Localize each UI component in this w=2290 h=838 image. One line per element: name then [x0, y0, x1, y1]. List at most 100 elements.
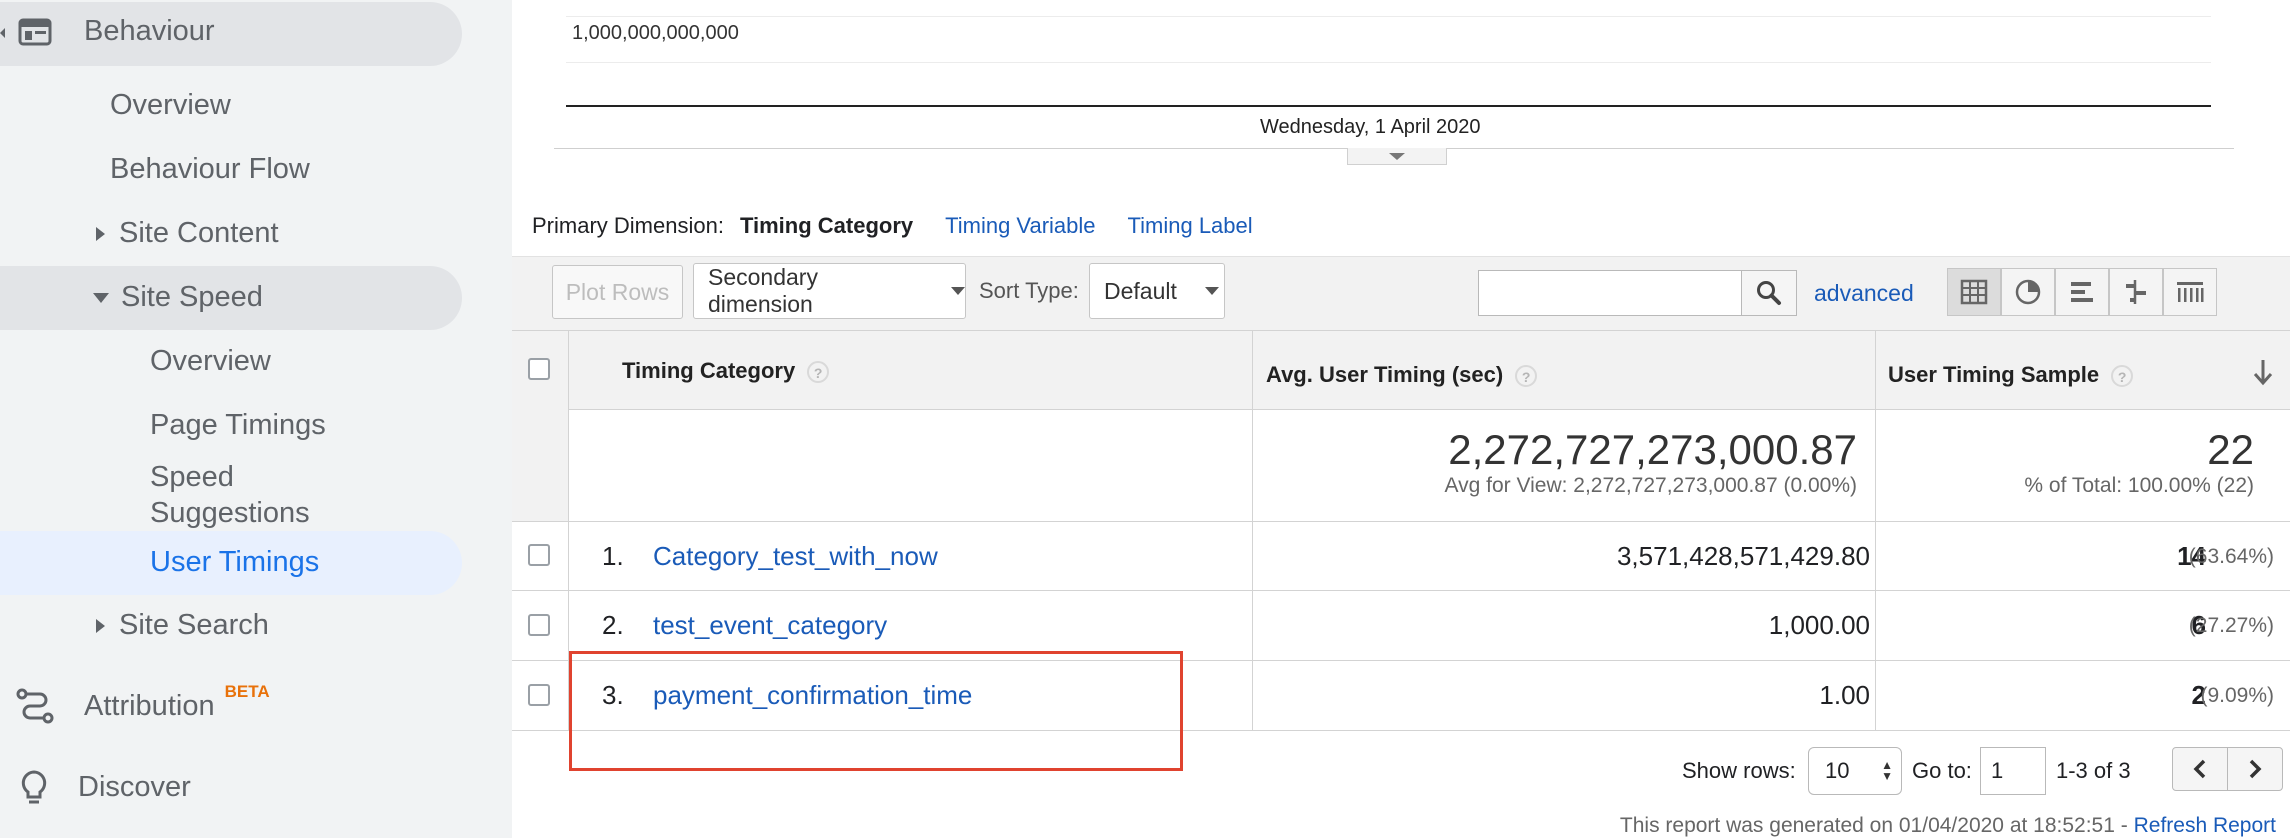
column-header-timing-category[interactable]: Timing Category? — [622, 358, 830, 384]
sidebar-item-label: Site Content — [119, 217, 279, 249]
bar-view-icon — [2071, 282, 2093, 302]
row-checkbox[interactable] — [528, 544, 550, 566]
chevron-down-icon — [951, 287, 965, 295]
help-icon[interactable]: ? — [807, 361, 830, 384]
layout-icon — [18, 18, 52, 45]
collapse-tick — [0, 28, 5, 38]
table-search-input[interactable] — [1478, 270, 1742, 316]
plot-rows-button[interactable]: Plot Rows — [552, 265, 683, 319]
table-view-button[interactable] — [1947, 268, 2001, 316]
plot-rows-label: Plot Rows — [565, 278, 670, 305]
sidebar-item-site-content[interactable]: Site Content — [96, 217, 279, 250]
sidebar-item-label: Site Speed — [121, 281, 263, 313]
help-icon[interactable]: ? — [2111, 365, 2134, 388]
sidebar-item-label: Behaviour Flow — [110, 153, 310, 185]
total-avg-timing-sub: Avg for View: 2,272,727,273,000.87 (0.00… — [1444, 474, 1857, 497]
sidebar-item-speed-suggestions[interactable]: Speed Suggestions — [150, 459, 310, 531]
sidebar-item-label: Speed — [150, 461, 234, 493]
primary-dimension-label: Primary Dimension: — [532, 213, 724, 238]
sidebar-item-overview[interactable]: Overview — [110, 89, 231, 122]
show-rows-label: Show rows: — [1682, 758, 1796, 783]
chart-toggle-button[interactable] — [1347, 148, 1447, 165]
sort-type-value: Default — [1104, 277, 1177, 304]
expand-arrow-icon — [96, 226, 105, 241]
secondary-dimension-dropdown[interactable]: Secondary dimension — [693, 263, 966, 319]
advanced-link[interactable]: advanced — [1814, 280, 1914, 307]
highlight-box — [569, 651, 1183, 771]
page-range: 1-3 of 3 — [2056, 758, 2131, 783]
sidebar-item-speed-overview[interactable]: Overview — [150, 345, 271, 378]
chart-y-tick: 1,000,000,000,000 — [572, 22, 739, 44]
sidebar-item-label: Suggestions — [150, 497, 310, 529]
sidebar-item-label: User Timings — [150, 546, 320, 578]
report-main: 1,000,000,000,000 Wednesday, 1 April 202… — [512, 0, 2290, 838]
column-divider — [1875, 330, 1876, 730]
sidebar-item-user-timings[interactable]: User Timings — [150, 546, 319, 579]
row-divider — [512, 590, 2290, 591]
row-divider — [512, 521, 2290, 522]
sidebar-item-label: Overview — [150, 345, 271, 377]
goto-input[interactable]: 1 — [1980, 747, 2046, 795]
dimension-option-timing-label[interactable]: Timing Label — [1128, 213, 1253, 239]
secondary-dimension-label: Secondary dimension — [708, 264, 818, 317]
comparison-view-button[interactable] — [2109, 268, 2163, 316]
dimension-option-timing-variable[interactable]: Timing Variable — [945, 213, 1095, 239]
bar-view-button[interactable] — [2055, 268, 2109, 316]
select-all-checkbox[interactable] — [528, 358, 550, 380]
sidebar-item-attribution[interactable]: Attribution BETA — [16, 682, 270, 724]
sort-type-dropdown[interactable]: Default — [1089, 263, 1225, 319]
search-icon — [1757, 281, 1781, 305]
column-divider — [1252, 330, 1253, 730]
sidebar-item-label: Site Search — [119, 609, 269, 641]
row-category-link[interactable]: Category_test_with_now — [653, 541, 938, 572]
sidebar-item-site-speed[interactable]: Site Speed — [93, 281, 263, 314]
prev-page-icon — [2193, 759, 2206, 779]
lightbulb-icon — [21, 770, 47, 804]
column-header-avg-user-timing[interactable]: Avg. User Timing (sec)? — [1266, 362, 1538, 388]
pie-view-button[interactable] — [2001, 268, 2055, 316]
chart-x-tick: Wednesday, 1 April 2020 — [1260, 116, 1481, 138]
sort-type-label: Sort Type: — [979, 278, 1079, 303]
goto-value: 1 — [1991, 758, 2004, 783]
chart-gridline — [566, 62, 2211, 63]
sidebar-item-site-search[interactable]: Site Search — [96, 609, 269, 642]
generated-text: This report was generated on 01/04/2020 … — [1619, 814, 2128, 837]
show-rows-select[interactable]: 10 ▲ ▼ — [1808, 747, 1902, 795]
chart-x-axis — [566, 105, 2211, 107]
total-sample-sub: % of Total: 100.00% (22) — [2024, 474, 2254, 497]
prev-page-button[interactable] — [2172, 747, 2228, 791]
total-sample: 22 — [2207, 426, 2254, 473]
total-avg-timing: 2,272,727,273,000.87 — [1448, 426, 1857, 473]
collapse-arrow-icon — [93, 292, 109, 303]
refresh-report-link[interactable]: Refresh Report — [2134, 814, 2276, 837]
row-avg-timing: 1.00 — [1819, 680, 1870, 710]
sidebar-item-label: Overview — [110, 89, 231, 121]
pivot-view-button[interactable] — [2163, 268, 2217, 316]
next-page-button[interactable] — [2227, 747, 2283, 791]
next-page-icon — [2249, 759, 2262, 779]
column-header-label: User Timing Sample — [1888, 362, 2100, 387]
sidebar-item-behaviour-flow[interactable]: Behaviour Flow — [110, 153, 310, 186]
sidebar-item-behaviour[interactable]: Behaviour — [18, 15, 215, 48]
totals-gutter — [512, 409, 568, 521]
sort-desc-arrow-icon[interactable] — [2252, 358, 2274, 386]
sidebar-item-label: Page Timings — [150, 409, 326, 441]
attribution-icon — [16, 688, 54, 724]
row-index: 1. — [602, 541, 624, 571]
row-index: 2. — [602, 610, 624, 640]
column-header-user-timing-sample[interactable]: User Timing Sample? — [1888, 362, 2134, 388]
row-avg-timing: 1,000.00 — [1768, 610, 1870, 640]
row-checkbox[interactable] — [528, 614, 550, 636]
row-checkbox[interactable] — [528, 684, 550, 706]
row-avg-timing: 3,571,428,571,429.80 — [1616, 541, 1870, 571]
stepper-arrows-icon: ▲ ▼ — [1881, 758, 1893, 783]
row-category-link[interactable]: test_event_category — [653, 610, 887, 641]
search-button[interactable] — [1741, 270, 1797, 316]
pie-view-icon — [2015, 279, 2041, 305]
sidebar-item-discover[interactable]: Discover — [20, 769, 191, 805]
sidebar-item-label: Behaviour — [84, 15, 215, 47]
sidebar-item-label: Attribution — [84, 689, 215, 722]
sidebar-item-label: Discover — [78, 770, 191, 803]
help-icon[interactable]: ? — [1515, 365, 1538, 388]
sidebar-item-page-timings[interactable]: Page Timings — [150, 409, 326, 442]
